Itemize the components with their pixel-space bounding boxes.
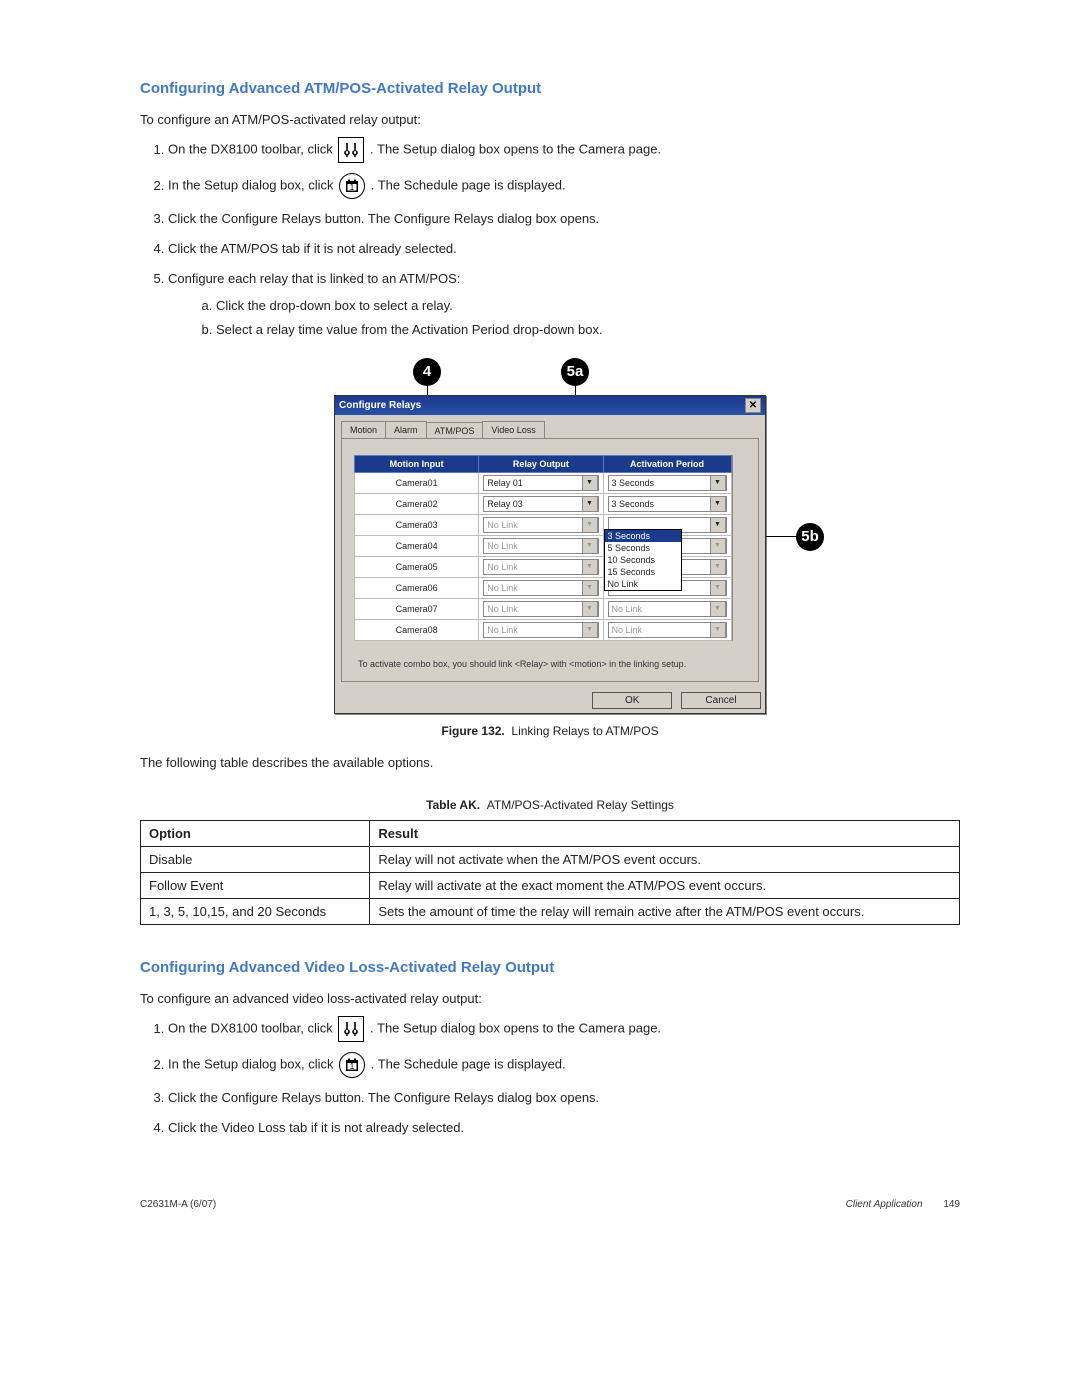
chevron-down-icon[interactable]: ▼ bbox=[710, 475, 726, 491]
callout-4: 4 bbox=[413, 358, 441, 386]
table-row: Disable Relay will not activate when the… bbox=[141, 847, 960, 873]
period-dropdown-open[interactable]: 3 Seconds 5 Seconds 10 Seconds 15 Second… bbox=[604, 529, 682, 591]
callout-5b: 5b bbox=[796, 523, 824, 551]
tab-motion[interactable]: Motion bbox=[341, 421, 386, 438]
table-row: Camera07 No Link▼ No Link▼ bbox=[355, 598, 732, 619]
configure-relays-dialog: Configure Relays ✕ Motion Alarm ATM/POS … bbox=[334, 395, 766, 714]
step-5b: Select a relay time value from the Activ… bbox=[216, 320, 960, 340]
table-row: Follow Event Relay will activate at the … bbox=[141, 873, 960, 899]
setup-icon bbox=[338, 137, 364, 163]
intro-videoloss: To configure an advanced video loss-acti… bbox=[140, 990, 960, 1008]
col-motion-input: Motion Input bbox=[355, 455, 479, 472]
table-row: Camera08 No Link▼ No Link▼ bbox=[355, 619, 732, 640]
close-icon[interactable]: ✕ bbox=[745, 398, 761, 413]
col-relay-output: Relay Output bbox=[479, 455, 603, 472]
relay-table: Motion Input Relay Output Activation Per… bbox=[354, 455, 732, 641]
step-2: In the Setup dialog box, click 1 . The S… bbox=[168, 173, 960, 199]
table-caption: Table AK. ATM/POS-Activated Relay Settin… bbox=[140, 798, 960, 812]
schedule-icon: 1 bbox=[339, 1052, 365, 1078]
step-3: Click the Configure Relays button. The C… bbox=[168, 209, 960, 229]
page-footer: C2631M-A (6/07) Client Application 149 bbox=[140, 1199, 960, 1210]
col-activation-period: Activation Period bbox=[603, 455, 731, 472]
setup-icon bbox=[338, 1016, 364, 1042]
step-4: Click the ATM/POS tab if it is not alrea… bbox=[168, 239, 960, 259]
tab-atmpos[interactable]: ATM/POS bbox=[426, 422, 484, 439]
steps-videoloss: On the DX8100 toolbar, click . The Setup… bbox=[140, 1016, 960, 1138]
col-result: Result bbox=[370, 821, 960, 847]
svg-text:1: 1 bbox=[350, 183, 355, 192]
steps-atmpos: On the DX8100 toolbar, click . The Setup… bbox=[140, 137, 960, 340]
chevron-down-icon[interactable]: ▼ bbox=[582, 475, 598, 491]
table-row: Camera01 Relay 01▼ 3 Seconds▼ bbox=[355, 472, 732, 493]
heading-atmpos: Configuring Advanced ATM/POS-Activated R… bbox=[140, 80, 960, 97]
cancel-button[interactable]: Cancel bbox=[681, 692, 761, 709]
dialog-title: Configure Relays bbox=[339, 400, 421, 411]
schedule-icon: 1 bbox=[339, 173, 365, 199]
step-3: Click the Configure Relays button. The C… bbox=[168, 1088, 960, 1108]
step-4: Click the Video Loss tab if it is not al… bbox=[168, 1118, 960, 1138]
step-1: On the DX8100 toolbar, click . The Setup… bbox=[168, 1016, 960, 1042]
intro-atmpos: To configure an ATM/POS-activated relay … bbox=[140, 111, 960, 129]
table-row: Camera02 Relay 03▼ 3 Seconds▼ bbox=[355, 493, 732, 514]
scrollbar[interactable] bbox=[732, 455, 746, 641]
col-option: Option bbox=[141, 821, 370, 847]
step-2: In the Setup dialog box, click 1 . The S… bbox=[168, 1052, 960, 1078]
ok-button[interactable]: OK bbox=[592, 692, 672, 709]
table-row: 1, 3, 5, 10,15, and 20 Seconds Sets the … bbox=[141, 899, 960, 925]
step-1: On the DX8100 toolbar, click . The Setup… bbox=[168, 137, 960, 163]
period-dropdown[interactable]: 3 Seconds▼ bbox=[608, 475, 727, 491]
relay-dropdown[interactable]: Relay 01▼ bbox=[483, 475, 598, 491]
step-5a: Click the drop-down box to select a rela… bbox=[216, 296, 960, 316]
page-number: 149 bbox=[943, 1199, 960, 1210]
tab-videoloss[interactable]: Video Loss bbox=[482, 421, 544, 438]
tab-alarm[interactable]: Alarm bbox=[385, 421, 427, 438]
dialog-hint: To activate combo box, you should link <… bbox=[354, 641, 746, 673]
footer-doc-id: C2631M-A (6/07) bbox=[140, 1199, 216, 1210]
figure-caption: Figure 132. Linking Relays to ATM/POS bbox=[140, 724, 960, 738]
svg-text:1: 1 bbox=[350, 1062, 355, 1071]
settings-table: Option Result Disable Relay will not act… bbox=[140, 820, 960, 925]
after-figure-text: The following table describes the availa… bbox=[140, 754, 960, 772]
footer-section: Client Application bbox=[846, 1199, 923, 1210]
callout-5a: 5a bbox=[561, 358, 589, 386]
step-5: Configure each relay that is linked to a… bbox=[168, 269, 960, 339]
table-row: Camera03 No Link▼ ▼ 3 Seconds 5 Seconds … bbox=[355, 514, 732, 535]
heading-videoloss: Configuring Advanced Video Loss-Activate… bbox=[140, 959, 960, 976]
